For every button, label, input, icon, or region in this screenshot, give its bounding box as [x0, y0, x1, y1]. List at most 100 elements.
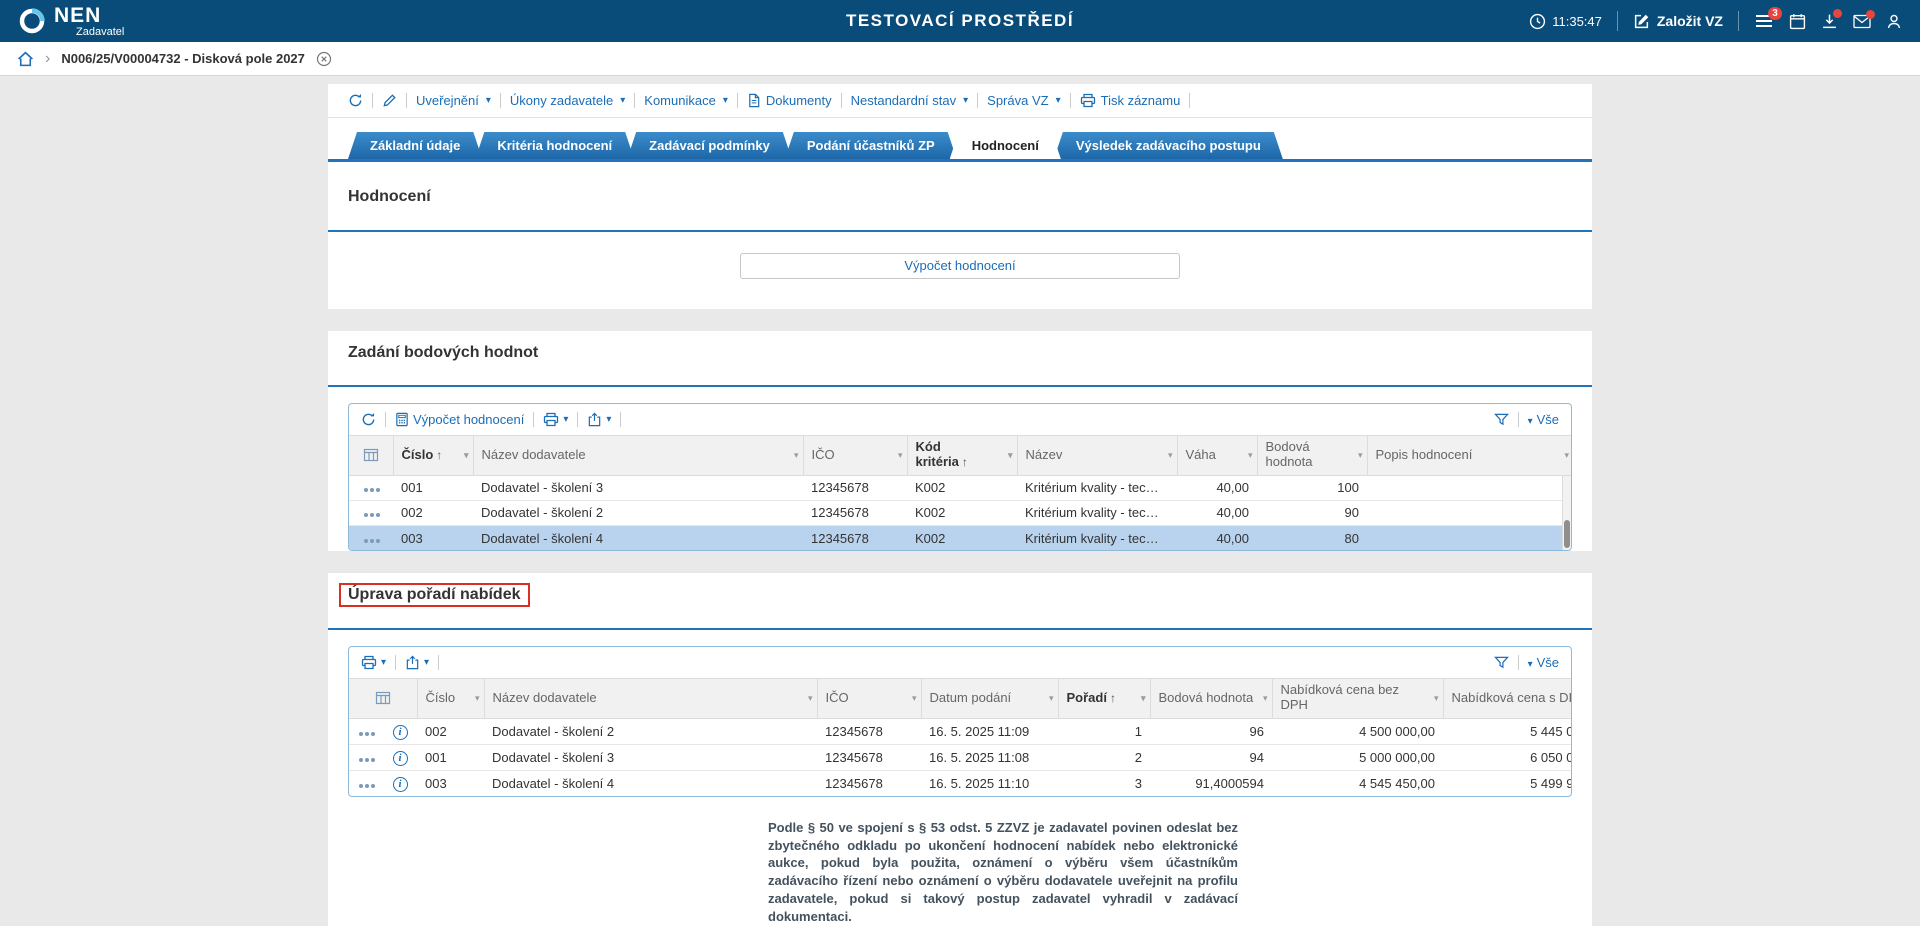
grid-filter-button[interactable]	[1494, 412, 1509, 427]
col-header-poradi[interactable]: Pořadí	[1058, 678, 1150, 718]
col-header-cislo[interactable]: Číslo	[417, 678, 484, 718]
cell-row-menu[interactable]	[349, 525, 393, 550]
cell-row-menu[interactable]	[349, 744, 383, 770]
col-label: Číslo	[402, 447, 434, 462]
cell-info[interactable]	[383, 744, 417, 770]
menu-sprava-vz[interactable]: Správa VZ	[987, 93, 1060, 108]
main-menu-button[interactable]: 3	[1754, 13, 1774, 29]
edit-record-button[interactable]	[382, 93, 397, 108]
cell-cislo: 002	[417, 718, 484, 744]
cell-row-menu[interactable]	[349, 475, 393, 500]
col-label: Bodová hodnota	[1266, 439, 1313, 469]
grid-vse-dropdown[interactable]: Vše	[1528, 412, 1559, 427]
grid-export-button[interactable]	[405, 655, 429, 670]
calendar-button[interactable]	[1789, 13, 1806, 30]
nen-logo[interactable]: NEN Zadavatel	[18, 5, 124, 38]
col-header-vaha[interactable]: Váha	[1177, 435, 1257, 475]
refresh-button[interactable]	[348, 93, 363, 108]
downloads-button[interactable]	[1821, 13, 1838, 30]
user-profile-button[interactable]	[1886, 13, 1902, 30]
grid-refresh-button[interactable]	[361, 412, 376, 427]
cell-dodavatel: Dodavatel - školení 3	[473, 475, 803, 500]
column-chooser-button[interactable]	[349, 435, 393, 475]
table-row-selected[interactable]: 003 Dodavatel - školení 4 12345678 K002 …	[349, 525, 1572, 550]
separator	[737, 93, 738, 108]
table-row[interactable]: 002 Dodavatel - školení 2 12345678 K002 …	[349, 500, 1572, 525]
row-menu-icon	[359, 784, 363, 788]
col-header-cena-bez-dph[interactable]: Nabídková cena bez DPH	[1272, 678, 1443, 718]
cell-ico: 12345678	[817, 718, 921, 744]
menu-ukony-zadavatele[interactable]: Úkony zadavatele	[510, 93, 625, 108]
menu-nestandardni-stav[interactable]: Nestandardní stav	[851, 93, 969, 108]
column-chooser-icon	[375, 691, 391, 705]
printer-icon	[1080, 93, 1096, 108]
separator	[977, 93, 978, 108]
tab-vysledek-zadavaciho-postupu[interactable]: Výsledek zadávacího postupu	[1054, 132, 1283, 159]
col-header-cislo[interactable]: Číslo	[393, 435, 473, 475]
tab-kriteria-hodnoceni[interactable]: Kritéria hodnocení	[475, 132, 634, 159]
menu-tisk-zaznamu[interactable]: Tisk záznamu	[1080, 93, 1181, 108]
col-header-nazev-dodavatele[interactable]: Název dodavatele	[473, 435, 803, 475]
col-header-datum-podani[interactable]: Datum podání	[921, 678, 1058, 718]
col-header-cena-s-dph[interactable]: Nabídková cena s DPH	[1443, 678, 1572, 718]
section-title-hodnoceni: Hodnocení	[328, 175, 1592, 216]
grid-vse-dropdown[interactable]: Vše	[1528, 655, 1559, 670]
grid-print-button[interactable]	[361, 655, 386, 670]
close-record-button[interactable]	[316, 51, 332, 67]
tab-zakladni-udaje[interactable]: Základní údaje	[348, 132, 482, 159]
messages-button[interactable]	[1853, 14, 1871, 29]
cell-row-menu[interactable]	[349, 718, 383, 744]
column-chooser-button[interactable]	[349, 678, 417, 718]
breadcrumb-record[interactable]: N006/25/V00004732 - Disková pole 2027	[61, 51, 305, 66]
create-vz-button[interactable]: Založit VZ	[1633, 13, 1723, 30]
cell-row-menu[interactable]	[349, 770, 383, 796]
cell-row-menu[interactable]	[349, 500, 393, 525]
home-button[interactable]	[17, 51, 34, 67]
grid-export-button[interactable]	[587, 412, 611, 427]
chevron-down-icon	[1528, 412, 1533, 427]
separator	[1070, 93, 1071, 108]
col-header-popis-hodnoceni[interactable]: Popis hodnocení	[1367, 435, 1572, 475]
cell-vaha: 40,00	[1177, 475, 1257, 500]
col-header-ico[interactable]: IČO	[817, 678, 921, 718]
table-row[interactable]: 003 Dodavatel - školení 4 12345678 16. 5…	[349, 770, 1572, 796]
separator	[406, 93, 407, 108]
cell-info[interactable]	[383, 718, 417, 744]
cell-cislo: 003	[417, 770, 484, 796]
table-row[interactable]: 001 Dodavatel - školení 3 12345678 16. 5…	[349, 744, 1572, 770]
session-time: 11:35:47	[1529, 13, 1602, 30]
vertical-scrollbar[interactable]	[1562, 476, 1571, 551]
col-header-nazev-dodavatele[interactable]: Název dodavatele	[484, 678, 817, 718]
cell-ico: 12345678	[803, 525, 907, 550]
col-header-bodova-hodnota[interactable]: Bodová hodnota	[1257, 435, 1367, 475]
red-highlight-box: Úprava pořadí nabídek	[339, 583, 530, 607]
grid-print-button[interactable]	[543, 412, 568, 427]
grid-vypocet-hodnoceni-button[interactable]: Výpočet hodnocení	[395, 412, 524, 427]
cell-nazev: Kritérium kvality - tec…	[1017, 475, 1177, 500]
cell-dodavatel: Dodavatel - školení 2	[484, 718, 817, 744]
grid-filter-button[interactable]	[1494, 655, 1509, 670]
tab-hodnoceni[interactable]: Hodnocení	[950, 132, 1061, 159]
col-header-bodova-hodnota[interactable]: Bodová hodnota	[1150, 678, 1272, 718]
filter-funnel-icon	[1494, 655, 1509, 670]
col-header-kod-kriteria[interactable]: Kód kritéria	[907, 435, 1017, 475]
cell-poradi: 2	[1058, 744, 1150, 770]
cell-info[interactable]	[383, 770, 417, 796]
tab-podani-ucastniku-zp[interactable]: Podání účastníků ZP	[785, 132, 957, 159]
col-header-nazev[interactable]: Název	[1017, 435, 1177, 475]
grid-toolbar-right: Vše	[1494, 412, 1559, 427]
refresh-icon	[348, 93, 363, 108]
cell-popis	[1367, 525, 1572, 550]
table-row[interactable]: 002 Dodavatel - školení 2 12345678 16. 5…	[349, 718, 1572, 744]
table-row[interactable]: 001 Dodavatel - školení 3 12345678 K002 …	[349, 475, 1572, 500]
vypocet-hodnoceni-button[interactable]: Výpočet hodnocení	[740, 253, 1180, 279]
menu-uverejneni[interactable]: Uveřejnění	[416, 93, 491, 108]
menu-dokumenty[interactable]: Dokumenty	[747, 93, 832, 108]
scrollbar-thumb[interactable]	[1564, 520, 1570, 548]
menu-komunikace[interactable]: Komunikace	[644, 93, 728, 108]
col-label: Název	[1026, 447, 1063, 462]
document-icon	[747, 93, 761, 108]
col-header-ico[interactable]: IČO	[803, 435, 907, 475]
topbar-actions: 11:35:47 Založit VZ 3	[1529, 11, 1902, 31]
tab-zadavaci-podminky[interactable]: Zadávací podmínky	[627, 132, 792, 159]
